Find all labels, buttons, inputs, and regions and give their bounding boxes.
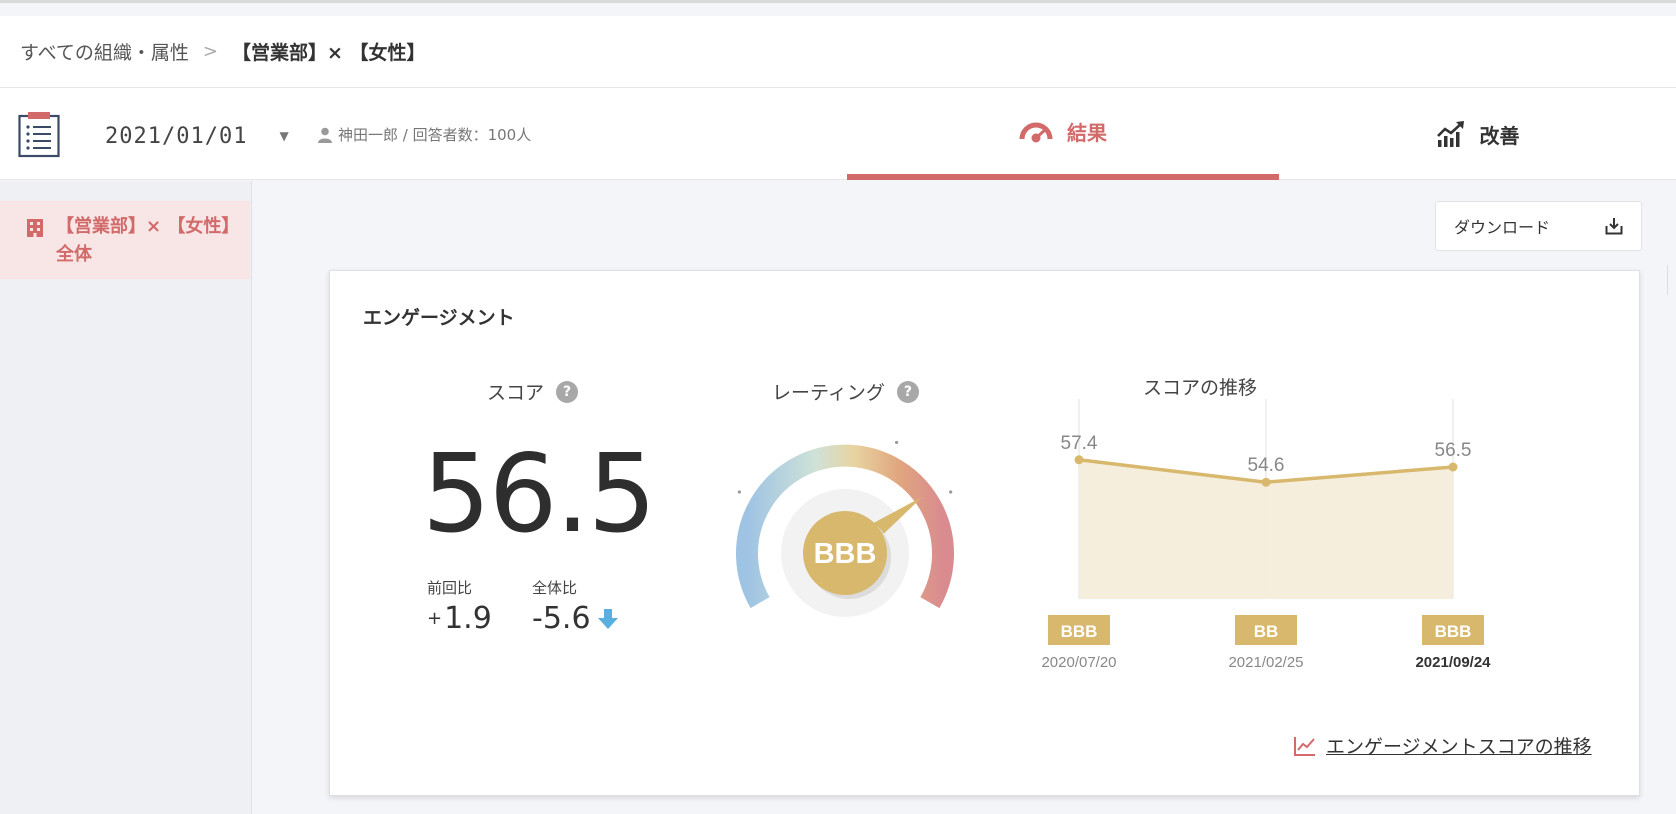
date-select[interactable]: 2021/01/01 ▼: [105, 118, 289, 154]
breadcrumb: すべての組織・属性 > 【営業部】× 【女性】: [0, 16, 1676, 88]
rating-heading: レーティング ?: [772, 378, 919, 405]
download-label: ダウンロード: [1454, 218, 1551, 237]
overall-compare-label: 全体比: [532, 579, 578, 597]
arrow-down-icon: [597, 608, 618, 629]
scroll-edge: [1667, 265, 1668, 295]
download-icon: [1605, 218, 1623, 235]
trend-rating-label: BB: [1254, 622, 1279, 641]
gauge-tick-dot: [949, 490, 953, 494]
help-icon[interactable]: ?: [896, 380, 919, 403]
sidebar-item-line1: 【営業部】× 【女性】: [56, 216, 240, 237]
overall-compare-number: -5.6: [532, 601, 591, 636]
prev-compare-label: 前回比: [427, 579, 473, 597]
trend-date-label: 2021/02/25: [1228, 654, 1303, 671]
trend-rating-label: BBB: [1061, 622, 1098, 641]
download-button[interactable]: ダウンロード: [1435, 201, 1642, 251]
prev-compare-sign: +: [427, 608, 443, 629]
engagement-trend-link[interactable]: エンゲージメントスコアの推移: [1294, 732, 1592, 759]
top-border: [0, 0, 1676, 3]
tab-results-label: 結果: [1067, 120, 1107, 145]
trend-data-label: 57.4: [1061, 433, 1098, 454]
overall-compare-value: -5.6: [532, 601, 619, 636]
gauge-tick-dot: [894, 440, 899, 445]
gauge-tick-dot: [737, 490, 741, 494]
sidebar: 【営業部】× 【女性】 全体: [0, 181, 252, 814]
trend-rating-label: BBB: [1435, 622, 1472, 641]
trend-point[interactable]: [1074, 455, 1084, 465]
toolbar: 2021/01/01 ▼ 神田一郎 / 回答者数：100人 結果 改善: [0, 88, 1676, 180]
engagement-title: エンゲージメント: [363, 307, 515, 329]
tab-results[interactable]: 結果: [847, 88, 1279, 180]
trend-point[interactable]: [1261, 477, 1271, 487]
engagement-trend-link-label: エンゲージメントスコアの推移: [1326, 736, 1592, 758]
rating-label: レーティング: [772, 382, 885, 404]
prev-compare-number: 1.9: [444, 601, 492, 636]
caret-down-icon[interactable]: ▼: [279, 129, 288, 143]
score-trend-chart: 57.4 BBB 2020/07/20 54.6 BB 2021/02/25 56.5 BBB…: [1041, 399, 1491, 671]
trend-title: スコアの推移: [1142, 377, 1257, 399]
score-heading: スコア ?: [487, 378, 579, 405]
tab-improve[interactable]: 改善: [1279, 88, 1676, 180]
score-value: 56.5: [422, 432, 656, 557]
rating-gauge: BBB: [736, 440, 954, 617]
engagement-card: エンゲージメント スコア ? 56.5 前回比 + 1.9 全体比 -5.6 レ…: [329, 270, 1640, 796]
building-icon: [27, 219, 43, 237]
survey-meta: 神田一郎 / 回答者数：100人: [318, 124, 531, 145]
trend-point[interactable]: [1448, 462, 1458, 472]
prev-compare-value: + 1.9: [427, 601, 492, 636]
line-chart-icon: [1294, 736, 1315, 756]
sidebar-item-line2: 全体: [56, 244, 92, 265]
date-value: 2021/01/01: [105, 123, 248, 149]
trend-data-label: 56.5: [1435, 440, 1472, 461]
trend-date-label: 2021/09/24: [1415, 654, 1491, 671]
survey-meta-text: 神田一郎 / 回答者数：100人: [338, 126, 532, 144]
clipboard-list-icon: [18, 112, 60, 158]
sidebar-item-sales-female-all[interactable]: 【営業部】× 【女性】 全体: [0, 201, 250, 279]
score-label: スコア: [487, 382, 545, 404]
tab-improve-label: 改善: [1479, 123, 1520, 148]
breadcrumb-current: 【営業部】× 【女性】: [232, 42, 426, 64]
gauge-rating-value: BBB: [814, 538, 877, 570]
trend-up-icon: [1436, 121, 1464, 147]
chevron-right-icon: >: [202, 41, 219, 62]
breadcrumb-root-link[interactable]: すべての組織・属性: [20, 38, 189, 65]
help-icon[interactable]: ?: [556, 380, 579, 403]
person-icon: [318, 127, 332, 143]
trend-data-label: 54.6: [1248, 455, 1285, 476]
trend-date-label: 2020/07/20: [1041, 654, 1116, 671]
gauge-icon: [1019, 122, 1053, 143]
